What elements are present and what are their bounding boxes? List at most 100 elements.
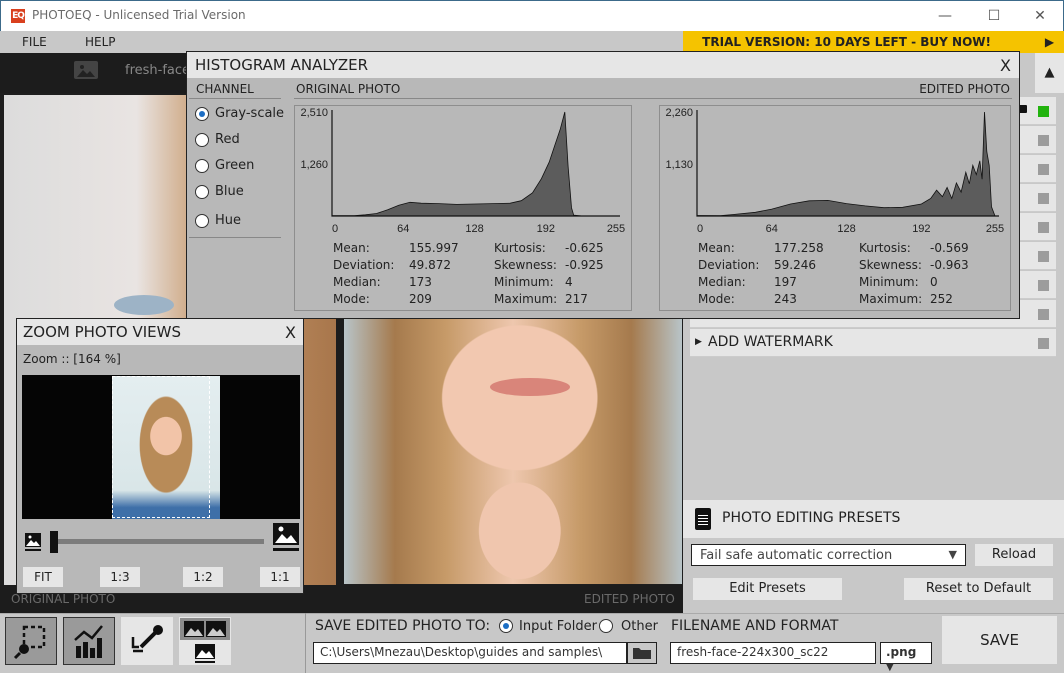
stat-value: -0.569	[930, 241, 969, 255]
stat-label: Skewness:	[859, 258, 922, 272]
status-indicator[interactable]	[1038, 280, 1049, 291]
status-indicator[interactable]	[1038, 135, 1049, 146]
stat-label: Deviation:	[333, 258, 395, 272]
input-folder-radio[interactable]	[499, 619, 513, 633]
single-view-icon[interactable]	[194, 644, 216, 664]
stat-label: Maximum:	[494, 292, 558, 306]
status-indicator[interactable]	[1038, 222, 1049, 233]
zoom-fit-button[interactable]: FIT	[23, 567, 63, 587]
stat-value: 59.246	[774, 258, 816, 272]
histogram-axes	[331, 110, 620, 217]
status-indicator[interactable]	[1038, 193, 1049, 204]
edited-histogram-chart: 1,130 2,260 0 64 128 192 255	[665, 107, 1004, 235]
channel-label-gray-scale[interactable]: Gray-scale	[215, 106, 284, 121]
small-image-icon[interactable]	[25, 533, 41, 551]
status-indicator[interactable]	[1038, 164, 1049, 175]
filename-input[interactable]: fresh-face-224x300_sc22	[670, 642, 876, 664]
stat-label: Mean:	[333, 241, 370, 255]
stat-label: Median:	[333, 275, 381, 289]
split-view-icon[interactable]	[180, 618, 230, 640]
zoom-1-3-button[interactable]: 1:3	[100, 567, 140, 587]
adjustment-row[interactable]: ▶ ADD WATERMARK	[690, 329, 1056, 357]
stat-label: Deviation:	[698, 258, 760, 272]
channel-radio-red[interactable]	[195, 133, 209, 147]
zoom-1-1-button[interactable]: 1:1	[260, 567, 300, 587]
reload-button[interactable]: Reload	[975, 544, 1053, 566]
browse-folder-button[interactable]	[627, 642, 657, 664]
close-icon[interactable]: X	[285, 323, 296, 342]
zoom-slider-handle[interactable]	[50, 531, 58, 553]
zoom-photo-views-dialog: ZOOM PHOTO VIEWS X Zoom :: [164 %] FIT 1…	[16, 318, 304, 594]
zoom-selection-rect[interactable]	[112, 376, 210, 518]
status-indicator[interactable]	[1038, 309, 1049, 320]
edited-photo-heading: EDITED PHOTO	[919, 82, 1010, 96]
x-tick-label: 64	[397, 223, 409, 235]
other-folder-label[interactable]: Other	[621, 619, 658, 634]
large-image-icon[interactable]	[273, 523, 299, 553]
filename-format-label: FILENAME AND FORMAT	[671, 618, 839, 634]
status-indicator[interactable]	[1038, 338, 1049, 349]
close-icon[interactable]: X	[1000, 56, 1011, 75]
stat-value: 155.997	[409, 241, 459, 255]
view-mode-tool[interactable]	[179, 617, 231, 665]
expand-arrow-icon[interactable]: ▶	[695, 337, 702, 347]
stat-label: Kurtosis:	[494, 241, 546, 255]
preset-select[interactable]: Fail safe automatic correction ▼	[691, 544, 966, 566]
channel-radio-hue[interactable]	[195, 214, 209, 228]
zoom-region-tool[interactable]	[5, 617, 57, 665]
color-picker-tool[interactable]	[121, 617, 173, 665]
original-photo-label: ORIGINAL PHOTO	[11, 592, 116, 606]
menu-help[interactable]: HELP	[85, 35, 116, 49]
save-to-label: SAVE EDITED PHOTO TO:	[315, 618, 491, 634]
histogram-area	[696, 111, 996, 217]
status-indicator[interactable]	[1038, 251, 1049, 262]
chevron-down-icon: ▼	[948, 548, 957, 561]
close-button[interactable]: ✕	[1017, 5, 1063, 27]
stat-value: 49.872	[409, 258, 451, 272]
stat-value: 173	[409, 275, 432, 289]
stat-label: Kurtosis:	[859, 241, 911, 255]
zoom-navigator[interactable]	[22, 375, 300, 519]
channel-radio-blue[interactable]	[195, 185, 209, 199]
edited-photo-view[interactable]	[344, 318, 682, 584]
menu-file[interactable]: FILE	[22, 35, 47, 49]
x-tick-label: 0	[697, 223, 703, 235]
zoom-1-2-button[interactable]: 1:2	[183, 567, 223, 587]
original-histogram-chart: 1,260 2,510 0 64 128 192 255	[300, 107, 625, 235]
file-tab[interactable]: fresh-face	[125, 63, 190, 78]
input-folder-label[interactable]: Input Folder	[519, 619, 597, 634]
channel-label-blue[interactable]: Blue	[215, 184, 244, 199]
histogram-tool[interactable]	[63, 617, 115, 665]
zoom-slider-track[interactable]	[52, 539, 264, 544]
save-button[interactable]: SAVE	[942, 616, 1057, 664]
channel-label-hue[interactable]: Hue	[215, 213, 241, 228]
stat-value: -0.963	[930, 258, 969, 272]
status-indicator[interactable]	[1038, 106, 1049, 117]
zoom-dialog-header[interactable]: ZOOM PHOTO VIEWS X	[17, 319, 303, 345]
channel-label-green[interactable]: Green	[215, 158, 254, 173]
x-tick-label: 192	[912, 223, 930, 235]
channel-radio-gray-scale[interactable]	[195, 107, 209, 121]
collapse-up-icon[interactable]: ▲	[1035, 53, 1064, 93]
stat-label: Minimum:	[859, 275, 919, 289]
histogram-header[interactable]: HISTOGRAM ANALYZER X	[187, 52, 1019, 78]
channel-label-red[interactable]: Red	[215, 132, 240, 147]
other-folder-radio[interactable]	[599, 619, 613, 633]
edit-presets-button[interactable]: Edit Presets	[693, 578, 842, 600]
play-arrow-icon[interactable]: ▶	[1035, 31, 1064, 53]
zoom-region-icon	[13, 625, 46, 660]
maximize-button[interactable]: ☐	[971, 5, 1017, 27]
format-select[interactable]: .png ▼	[880, 642, 932, 673]
histogram-analyzer-dialog: HISTOGRAM ANALYZER X CHANNEL Gray-scale R…	[186, 51, 1020, 319]
x-tick-label: 64	[766, 223, 778, 235]
original-photo-heading: ORIGINAL PHOTO	[296, 82, 401, 96]
stat-label: Median:	[698, 275, 746, 289]
reset-default-button[interactable]: Reset to Default	[904, 578, 1053, 600]
channel-radio-green[interactable]	[195, 159, 209, 173]
save-path-input[interactable]: C:\Users\Mnezau\Desktop\guides and sampl…	[313, 642, 627, 664]
trial-banner[interactable]: TRIAL VERSION: 10 DAYS LEFT - BUY NOW!	[683, 31, 1035, 53]
minimize-button[interactable]: —	[922, 5, 968, 27]
stat-label: Mode:	[333, 292, 370, 306]
chart-icon	[74, 625, 103, 658]
format-value: .png	[886, 645, 917, 659]
